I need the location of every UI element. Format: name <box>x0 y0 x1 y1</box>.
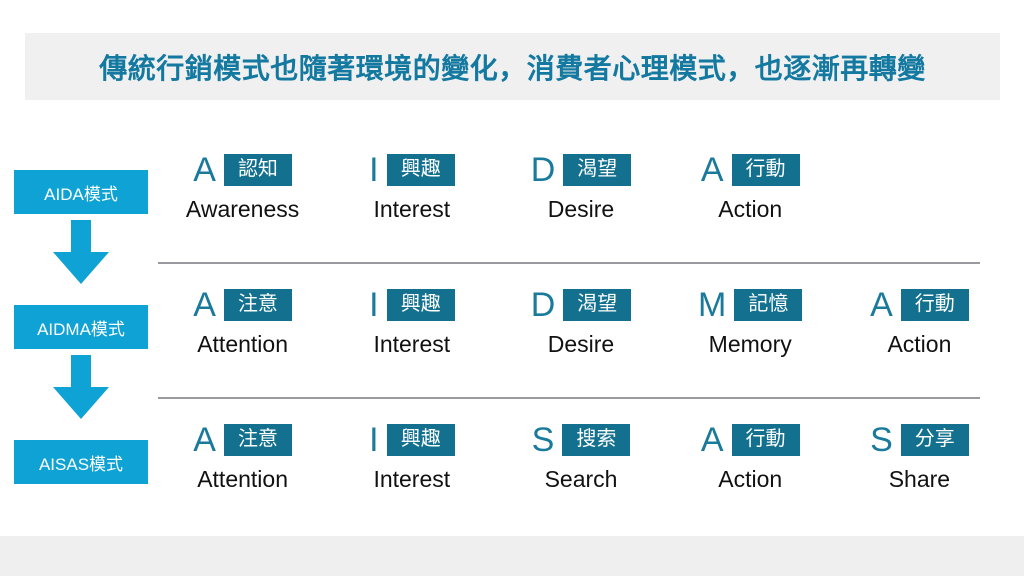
page-title: 傳統行銷模式也隨著環境的變化，消費者心理模式，也逐漸再轉變 <box>99 52 926 84</box>
step-english-label: Action <box>887 331 952 357</box>
step-letter: A <box>193 421 216 459</box>
step-aida-interest[interactable]: I 興趣 Interest <box>327 148 496 223</box>
step-header: A 注意 <box>193 418 292 462</box>
step-english-label: Attention <box>197 466 288 492</box>
marketing-model-diagram: AIDA模式 A 認知 Awareness I 興趣 Interest D 渴望… <box>0 140 1024 520</box>
model-label-aida[interactable]: AIDA模式 <box>14 170 148 214</box>
steps-aidma: A 注意 Attention I 興趣 Interest D 渴望 Desire <box>158 283 1004 383</box>
step-english-label: Share <box>888 466 951 492</box>
step-aisas-action[interactable]: A 行動 Action <box>666 418 835 493</box>
step-badge: 行動 <box>731 154 800 186</box>
steps-aida: A 認知 Awareness I 興趣 Interest D 渴望 Desire <box>158 148 1004 248</box>
step-aidma-action[interactable]: A 行動 Action <box>835 283 1004 358</box>
step-english-label: Interest <box>373 466 451 492</box>
step-aisas-attention[interactable]: A 注意 Attention <box>158 418 327 493</box>
step-badge: 行動 <box>900 289 969 321</box>
header-band: 傳統行銷模式也隨著環境的變化，消費者心理模式，也逐漸再轉變 <box>25 33 1000 100</box>
model-label-aisas[interactable]: AISAS模式 <box>14 440 148 484</box>
step-english-label: Desire <box>547 196 615 222</box>
step-letter: A <box>193 286 216 324</box>
step-badge: 興趣 <box>386 154 455 186</box>
step-letter: I <box>369 286 379 324</box>
step-badge: 興趣 <box>386 424 455 456</box>
step-badge: 搜索 <box>562 424 631 456</box>
step-letter: S <box>870 421 893 459</box>
model-row-aidma: AIDMA模式 A 注意 Attention I 興趣 Interest D 渴… <box>0 283 1024 383</box>
step-header: D 渴望 <box>531 148 632 192</box>
step-english-label: Memory <box>708 331 792 357</box>
step-aida-desire[interactable]: D 渴望 Desire <box>496 148 665 223</box>
row-divider-1 <box>158 262 980 264</box>
step-header: A 行動 <box>870 283 969 327</box>
step-letter: M <box>698 286 727 324</box>
step-letter: A <box>700 421 724 459</box>
step-english-label: Awareness <box>185 196 300 222</box>
row-divider-2 <box>158 397 980 399</box>
model-row-aida: AIDA模式 A 認知 Awareness I 興趣 Interest D 渴望… <box>0 148 1024 248</box>
step-letter: A <box>193 151 216 189</box>
step-aidma-interest[interactable]: I 興趣 Interest <box>327 283 496 358</box>
step-aisas-share[interactable]: S 分享 Share <box>835 418 1004 493</box>
step-aidma-memory[interactable]: M 記憶 Memory <box>666 283 835 358</box>
step-header: S 搜索 <box>532 418 631 462</box>
step-header: A 注意 <box>193 283 292 327</box>
model-row-aisas: AISAS模式 A 注意 Attention I 興趣 Interest S 搜… <box>0 418 1024 518</box>
step-english-label: Attention <box>197 331 288 357</box>
step-letter: A <box>700 151 724 189</box>
step-letter: S <box>531 421 555 459</box>
step-badge: 分享 <box>900 424 969 456</box>
arrow-down-icon-aida-to-aidma <box>51 220 111 286</box>
step-aisas-search[interactable]: S 搜索 Search <box>496 418 665 493</box>
steps-aisas: A 注意 Attention I 興趣 Interest S 搜索 Search <box>158 418 1004 518</box>
step-header: M 記憶 <box>698 283 803 327</box>
step-badge: 渴望 <box>563 289 632 321</box>
step-english-label: Search <box>544 466 618 492</box>
step-aida-action[interactable]: A 行動 Action <box>666 148 835 223</box>
step-letter: I <box>369 151 379 189</box>
step-badge: 渴望 <box>563 154 632 186</box>
footer-band <box>0 536 1024 576</box>
step-letter: D <box>530 151 556 189</box>
step-header: I 興趣 <box>369 148 455 192</box>
step-letter: I <box>369 421 379 459</box>
step-header: I 興趣 <box>369 418 455 462</box>
step-header: D 渴望 <box>531 283 632 327</box>
arrow-down-icon-aidma-to-aisas <box>51 355 111 421</box>
step-letter: A <box>870 286 893 324</box>
step-header: A 行動 <box>701 418 800 462</box>
step-badge: 認知 <box>223 154 292 186</box>
step-english-label: Interest <box>373 196 451 222</box>
step-badge: 注意 <box>223 289 292 321</box>
step-badge: 興趣 <box>386 289 455 321</box>
step-letter: D <box>530 286 556 324</box>
step-aida-awareness[interactable]: A 認知 Awareness <box>158 148 327 223</box>
step-aidma-desire[interactable]: D 渴望 Desire <box>496 283 665 358</box>
step-header: I 興趣 <box>369 283 455 327</box>
step-badge: 記憶 <box>734 289 803 321</box>
step-header: S 分享 <box>870 418 969 462</box>
step-english-label: Interest <box>373 331 451 357</box>
step-header: A 認知 <box>193 148 292 192</box>
step-header: A 行動 <box>701 148 800 192</box>
step-english-label: Action <box>718 466 783 492</box>
step-badge: 行動 <box>731 424 800 456</box>
step-english-label: Desire <box>547 331 615 357</box>
step-badge: 注意 <box>223 424 292 456</box>
step-english-label: Action <box>718 196 783 222</box>
step-aidma-attention[interactable]: A 注意 Attention <box>158 283 327 358</box>
model-label-aidma[interactable]: AIDMA模式 <box>14 305 148 349</box>
step-aisas-interest[interactable]: I 興趣 Interest <box>327 418 496 493</box>
